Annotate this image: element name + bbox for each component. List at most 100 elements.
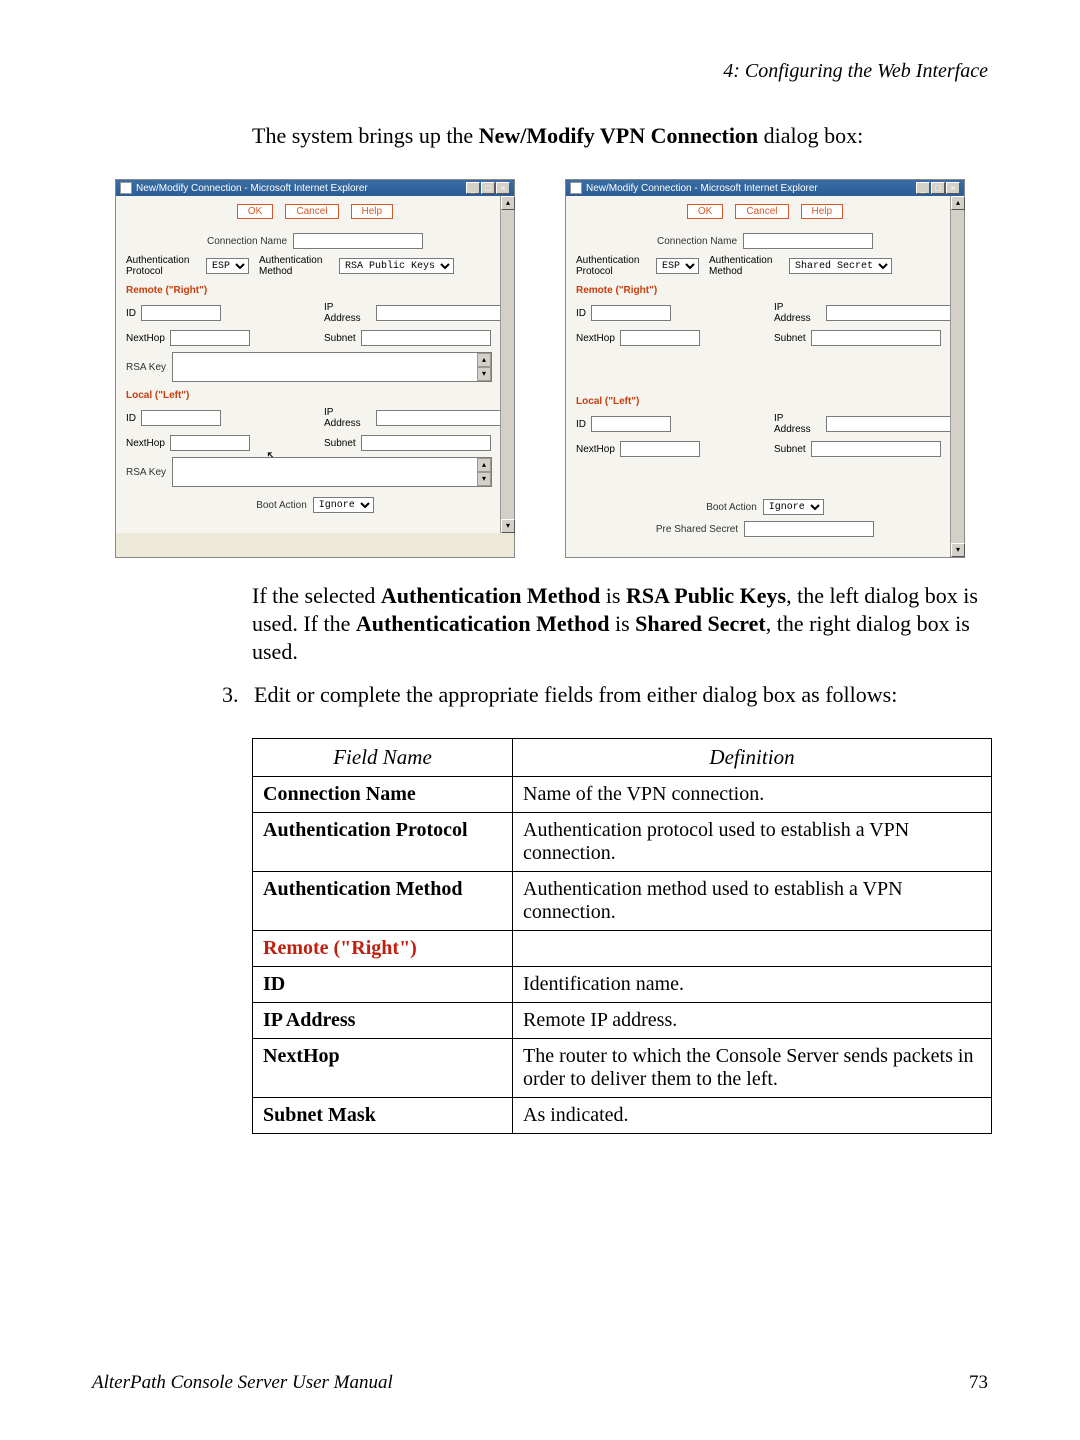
field-name: Authentication Method: [253, 872, 513, 931]
auth-method-select[interactable]: RSA Public Keys: [339, 258, 454, 274]
page-footer: AlterPath Console Server User Manual 73: [92, 1372, 988, 1394]
subnet-label: Subnet: [774, 333, 806, 344]
scroll-down-icon[interactable]: ▾: [951, 543, 965, 557]
pre-shared-secret-input[interactable]: [744, 521, 874, 537]
dialog-rsa: New/Modify Connection - Microsoft Intern…: [115, 179, 515, 558]
help-button[interactable]: Help: [351, 204, 394, 219]
local-ip-input[interactable]: [826, 416, 954, 432]
id-label: ID: [576, 308, 586, 319]
scroll-down-icon[interactable]: ▾: [501, 519, 515, 533]
txt: is: [609, 611, 635, 636]
auth-protocol-label: Authentication Protocol: [126, 255, 202, 277]
minimize-icon[interactable]: _: [466, 182, 480, 194]
txt: is: [600, 583, 626, 608]
close-icon[interactable]: ×: [946, 182, 960, 194]
scrollbar[interactable]: ▴ ▾: [950, 196, 964, 557]
remote-nexthop-input[interactable]: [170, 330, 250, 346]
auth-method-label: Authentication Method: [709, 255, 785, 277]
local-nexthop-input[interactable]: [620, 441, 700, 457]
nexthop-label: NextHop: [576, 444, 615, 455]
intro-suffix: dialog box:: [758, 123, 863, 148]
table-row: IP AddressRemote IP address.: [253, 1003, 992, 1039]
nexthop-label: NextHop: [576, 333, 615, 344]
ok-button[interactable]: OK: [237, 204, 273, 219]
ip-label: IP Address: [774, 302, 821, 324]
scroll-up-icon[interactable]: ▴: [477, 353, 491, 367]
ip-label: IP Address: [774, 413, 821, 435]
boot-action-label: Boot Action: [706, 502, 757, 513]
field-name: Subnet Mask: [253, 1098, 513, 1134]
titlebar: New/Modify Connection - Microsoft Intern…: [566, 180, 964, 196]
table-row: Subnet MaskAs indicated.: [253, 1098, 992, 1134]
cancel-button[interactable]: Cancel: [285, 204, 338, 219]
table-row: NextHopThe router to which the Console S…: [253, 1039, 992, 1098]
window-title: New/Modify Connection - Microsoft Intern…: [136, 183, 368, 194]
remote-rsa-key-textarea[interactable]: ▴ ▾: [172, 352, 492, 382]
cancel-button[interactable]: Cancel: [735, 204, 788, 219]
scroll-down-icon[interactable]: ▾: [477, 472, 491, 486]
remote-header: Remote ("Right"): [576, 285, 954, 296]
field-name: Authentication Protocol: [253, 813, 513, 872]
txt-bold: Authenticatication Method: [356, 611, 610, 636]
table-head-definition: Definition: [513, 739, 992, 777]
remote-ip-input[interactable]: [826, 305, 954, 321]
txt-bold: RSA Public Keys: [626, 583, 786, 608]
intro-bold: New/Modify VPN Connection: [479, 123, 758, 148]
scroll-up-icon[interactable]: ▴: [501, 196, 515, 210]
boot-action-select[interactable]: Ignore: [763, 499, 824, 515]
auth-method-label: Authentication Method: [259, 255, 335, 277]
field-def: Authentication protocol used to establis…: [513, 813, 992, 872]
local-id-input[interactable]: [591, 416, 671, 432]
rsa-key-label: RSA Key: [126, 362, 166, 373]
field-def: Authentication method used to establish …: [513, 872, 992, 931]
step-number: 3.: [222, 682, 244, 708]
scroll-up-icon[interactable]: ▴: [951, 196, 965, 210]
local-ip-input[interactable]: [376, 410, 504, 426]
maximize-icon[interactable]: □: [931, 182, 945, 194]
local-nexthop-input[interactable]: [170, 435, 250, 451]
nexthop-label: NextHop: [126, 333, 165, 344]
scroll-down-icon[interactable]: ▾: [477, 367, 491, 381]
scroll-up-icon[interactable]: ▴: [477, 458, 491, 472]
auth-protocol-select[interactable]: ESP: [656, 258, 699, 274]
remote-id-input[interactable]: [141, 305, 221, 321]
close-icon[interactable]: ×: [496, 182, 510, 194]
remote-id-input[interactable]: [591, 305, 671, 321]
auth-method-select[interactable]: Shared Secret: [789, 258, 892, 274]
local-subnet-input[interactable]: [361, 435, 491, 451]
step-text: Edit or complete the appropriate fields …: [254, 682, 897, 708]
remote-subnet-input[interactable]: [811, 330, 941, 346]
txt-bold: Authentication Method: [381, 583, 600, 608]
help-button[interactable]: Help: [801, 204, 844, 219]
local-id-input[interactable]: [141, 410, 221, 426]
field-name-section: Remote ("Right"): [253, 931, 513, 967]
table-row: Remote ("Right"): [253, 931, 992, 967]
local-subnet-input[interactable]: [811, 441, 941, 457]
boot-action-select[interactable]: Ignore: [313, 497, 374, 513]
window-title: New/Modify Connection - Microsoft Intern…: [586, 183, 818, 194]
local-rsa-key-textarea[interactable]: ▴ ▾: [172, 457, 492, 487]
field-def: As indicated.: [513, 1098, 992, 1134]
table-head-field: Field Name: [253, 739, 513, 777]
chapter-header: 4: Configuring the Web Interface: [92, 60, 988, 83]
nexthop-label: NextHop: [126, 438, 165, 449]
field-name: Connection Name: [253, 777, 513, 813]
scrollbar[interactable]: ▴ ▾: [500, 196, 514, 533]
connection-name-label: Connection Name: [657, 236, 737, 247]
minimize-icon[interactable]: _: [916, 182, 930, 194]
remote-ip-input[interactable]: [376, 305, 504, 321]
auth-protocol-select[interactable]: ESP: [206, 258, 249, 274]
subnet-label: Subnet: [324, 333, 356, 344]
ie-icon: [120, 182, 132, 194]
ok-button[interactable]: OK: [687, 204, 723, 219]
id-label: ID: [126, 413, 136, 424]
connection-name-input[interactable]: [743, 233, 873, 249]
page-number: 73: [969, 1372, 988, 1394]
txt: If the selected: [252, 583, 381, 608]
table-row: IDIdentification name.: [253, 967, 992, 1003]
maximize-icon[interactable]: □: [481, 182, 495, 194]
connection-name-input[interactable]: [293, 233, 423, 249]
explanation-paragraph: If the selected Authentication Method is…: [252, 582, 988, 666]
remote-subnet-input[interactable]: [361, 330, 491, 346]
remote-nexthop-input[interactable]: [620, 330, 700, 346]
